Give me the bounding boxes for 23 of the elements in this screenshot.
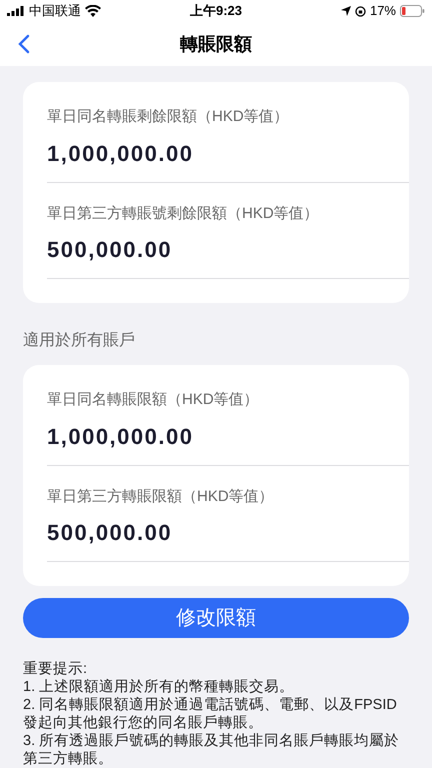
limit-label: 單日同名轉賬限額（HKD等值） (47, 390, 260, 410)
limit-amount: 500,000.00 (47, 236, 174, 264)
notes-title: 重要提示: (23, 660, 88, 678)
limit-amount: 1,000,000.00 (47, 140, 194, 168)
note-text: 2. 同名轉賬限額適用於通過電話號碼、電郵、以及FPSID發起向其他銀行您的同名賬戶轉賬。 (23, 696, 398, 732)
location-icon (340, 6, 351, 16)
status-time: 上午9:23 (190, 2, 242, 20)
battery-icon (400, 5, 425, 17)
limit-amount: 500,000.00 (47, 519, 174, 548)
note-text: 1. 上述限額適用於所有的幣種轉賬交易。 (23, 678, 296, 696)
battery-percent: 17% (370, 2, 396, 20)
signal-icon (7, 6, 25, 16)
limit-amount: 1,000,000.00 (47, 422, 194, 451)
limit-label: 單日第三方轉賬限額（HKD等值） (47, 486, 275, 507)
limit-label: 單日第三方轉賬號剩餘限額（HKD等值） (47, 204, 320, 224)
rotation-lock-icon (354, 6, 366, 16)
section-title: 適用於所有賬戶 (22, 330, 136, 352)
modify-limit-button[interactable]: 修改限額 (23, 598, 409, 638)
carrier-name: 中国联通 (29, 2, 81, 20)
page-title: 轉賬限額 (180, 32, 252, 56)
wifi-icon (85, 5, 101, 17)
note-text: 3. 所有透過賬戶號碼的轉賬及其他非同名賬戶轉賬均屬於第三方轉賬。 (23, 732, 400, 768)
limit-label: 單日同名轉賬剩餘限額（HKD等值） (47, 107, 290, 128)
